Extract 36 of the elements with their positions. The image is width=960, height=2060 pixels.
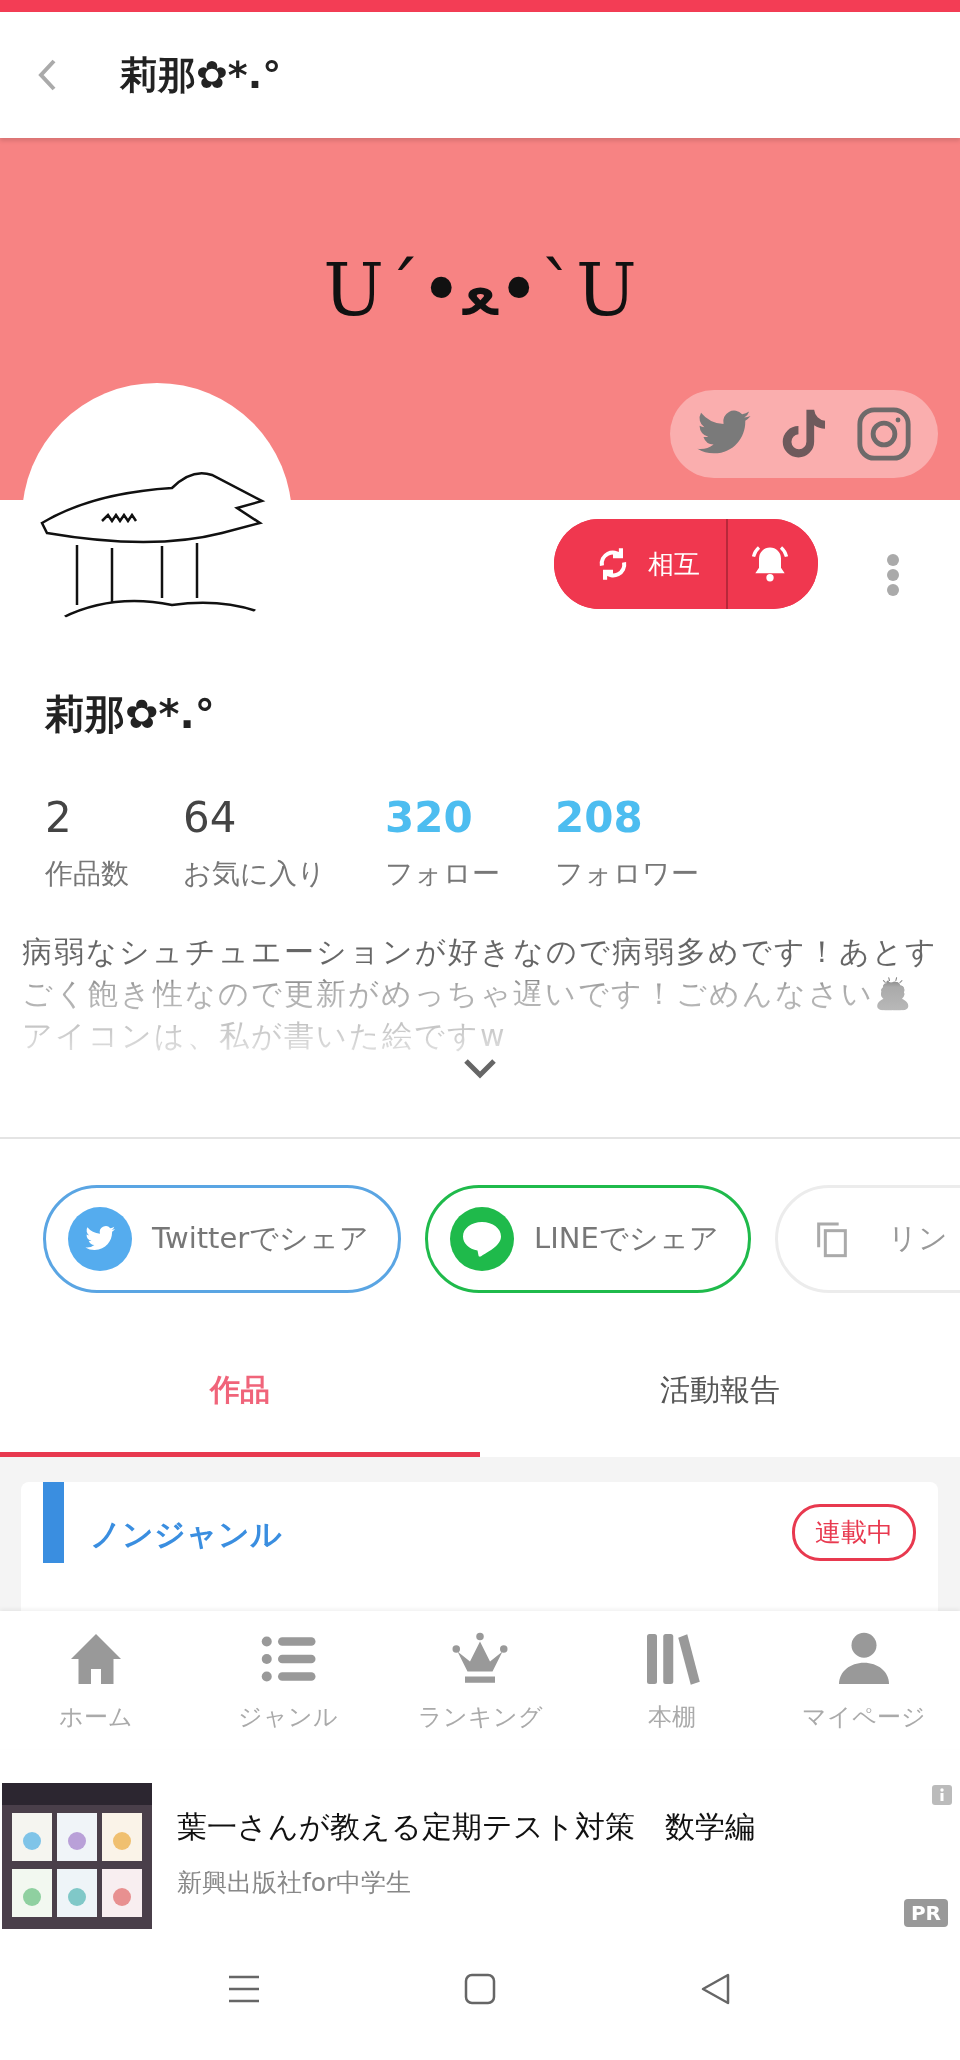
more-options-icon[interactable]: [886, 553, 900, 597]
nav-item[interactable]: ホーム: [0, 1611, 192, 1749]
work-card[interactable]: ノンジャンル 連載中: [21, 1482, 938, 1611]
home-square-icon[interactable]: [462, 1971, 498, 2007]
stat-label: お気に入り: [183, 857, 327, 891]
stat-count: 2: [45, 795, 73, 841]
stat-count: 208: [555, 795, 644, 841]
stat-label: フォロワー: [555, 857, 700, 891]
ad-title[interactable]: 葉一さんが教える定期テスト対策 数学編: [177, 1807, 755, 1848]
page-title: 莉那✿*.°: [120, 51, 282, 99]
status-badge: 連載中: [792, 1504, 916, 1561]
user-name: 莉那✿*.°: [45, 690, 216, 738]
nav-item[interactable]: 本棚: [576, 1611, 768, 1749]
banner-text: U´•ﻌ•`U: [323, 248, 637, 332]
stat-item[interactable]: 208 フォロワー: [555, 795, 755, 891]
share-button[interactable]: LINEでシェア: [425, 1185, 751, 1293]
stat-count: 320: [385, 795, 474, 841]
stat-item[interactable]: 64 お気に入り: [183, 795, 385, 891]
share-button[interactable]: リン: [775, 1185, 960, 1293]
share-button[interactable]: Twitterでシェア: [43, 1185, 401, 1293]
stat-count: 64: [183, 795, 238, 841]
twitter-icon: [68, 1207, 132, 1271]
stat-label: 作品数: [45, 857, 130, 891]
back-icon[interactable]: [36, 57, 58, 93]
nav-item[interactable]: マイページ: [768, 1611, 960, 1749]
stat-label: フォロー: [385, 857, 501, 891]
nav-item[interactable]: ランキング: [384, 1611, 576, 1749]
stat-item[interactable]: 320 フォロー: [385, 795, 555, 891]
ad-badge: PR: [903, 1899, 948, 1927]
genre-label: ノンジャンル: [90, 1515, 282, 1554]
stat-item[interactable]: 2 作品数: [45, 795, 183, 891]
instagram-icon[interactable]: [855, 405, 913, 463]
speech-bubble-icon: [450, 1207, 514, 1271]
nav-item[interactable]: ジャンル: [192, 1611, 384, 1749]
ad-advertiser: 新興出版社for中学生: [177, 1867, 413, 1899]
expand-chevron-icon[interactable]: [463, 1057, 497, 1079]
